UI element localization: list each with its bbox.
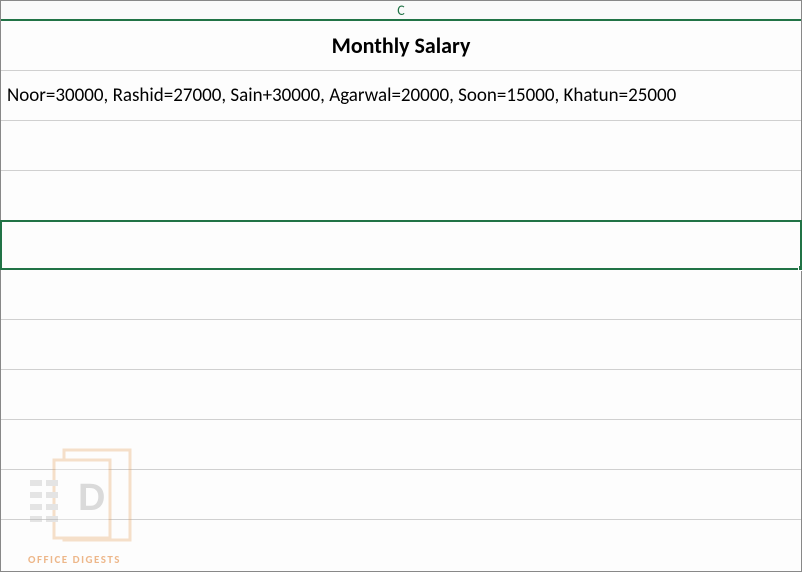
cell-empty-2[interactable]	[1, 171, 801, 221]
fill-handle[interactable]	[798, 265, 802, 271]
cell-empty-4[interactable]	[1, 320, 801, 370]
cell-empty-3[interactable]	[1, 270, 801, 320]
cell-data[interactable]: Noor=30000, Rashid=27000, Sain+30000, Ag…	[1, 71, 801, 121]
cell-empty-7[interactable]	[1, 470, 801, 520]
cell-title[interactable]: Monthly Salary	[1, 21, 801, 71]
cell-selected[interactable]	[1, 220, 801, 270]
title-text: Monthly Salary	[332, 32, 471, 59]
cell-empty-1[interactable]	[1, 121, 801, 171]
cell-empty-5[interactable]	[1, 370, 801, 420]
data-text: Noor=30000, Rashid=27000, Sain+30000, Ag…	[7, 84, 676, 107]
cell-empty-6[interactable]	[1, 420, 801, 470]
spreadsheet-area: C Monthly Salary Noor=30000, Rashid=2700…	[0, 0, 802, 572]
column-header-c[interactable]: C	[1, 1, 801, 21]
